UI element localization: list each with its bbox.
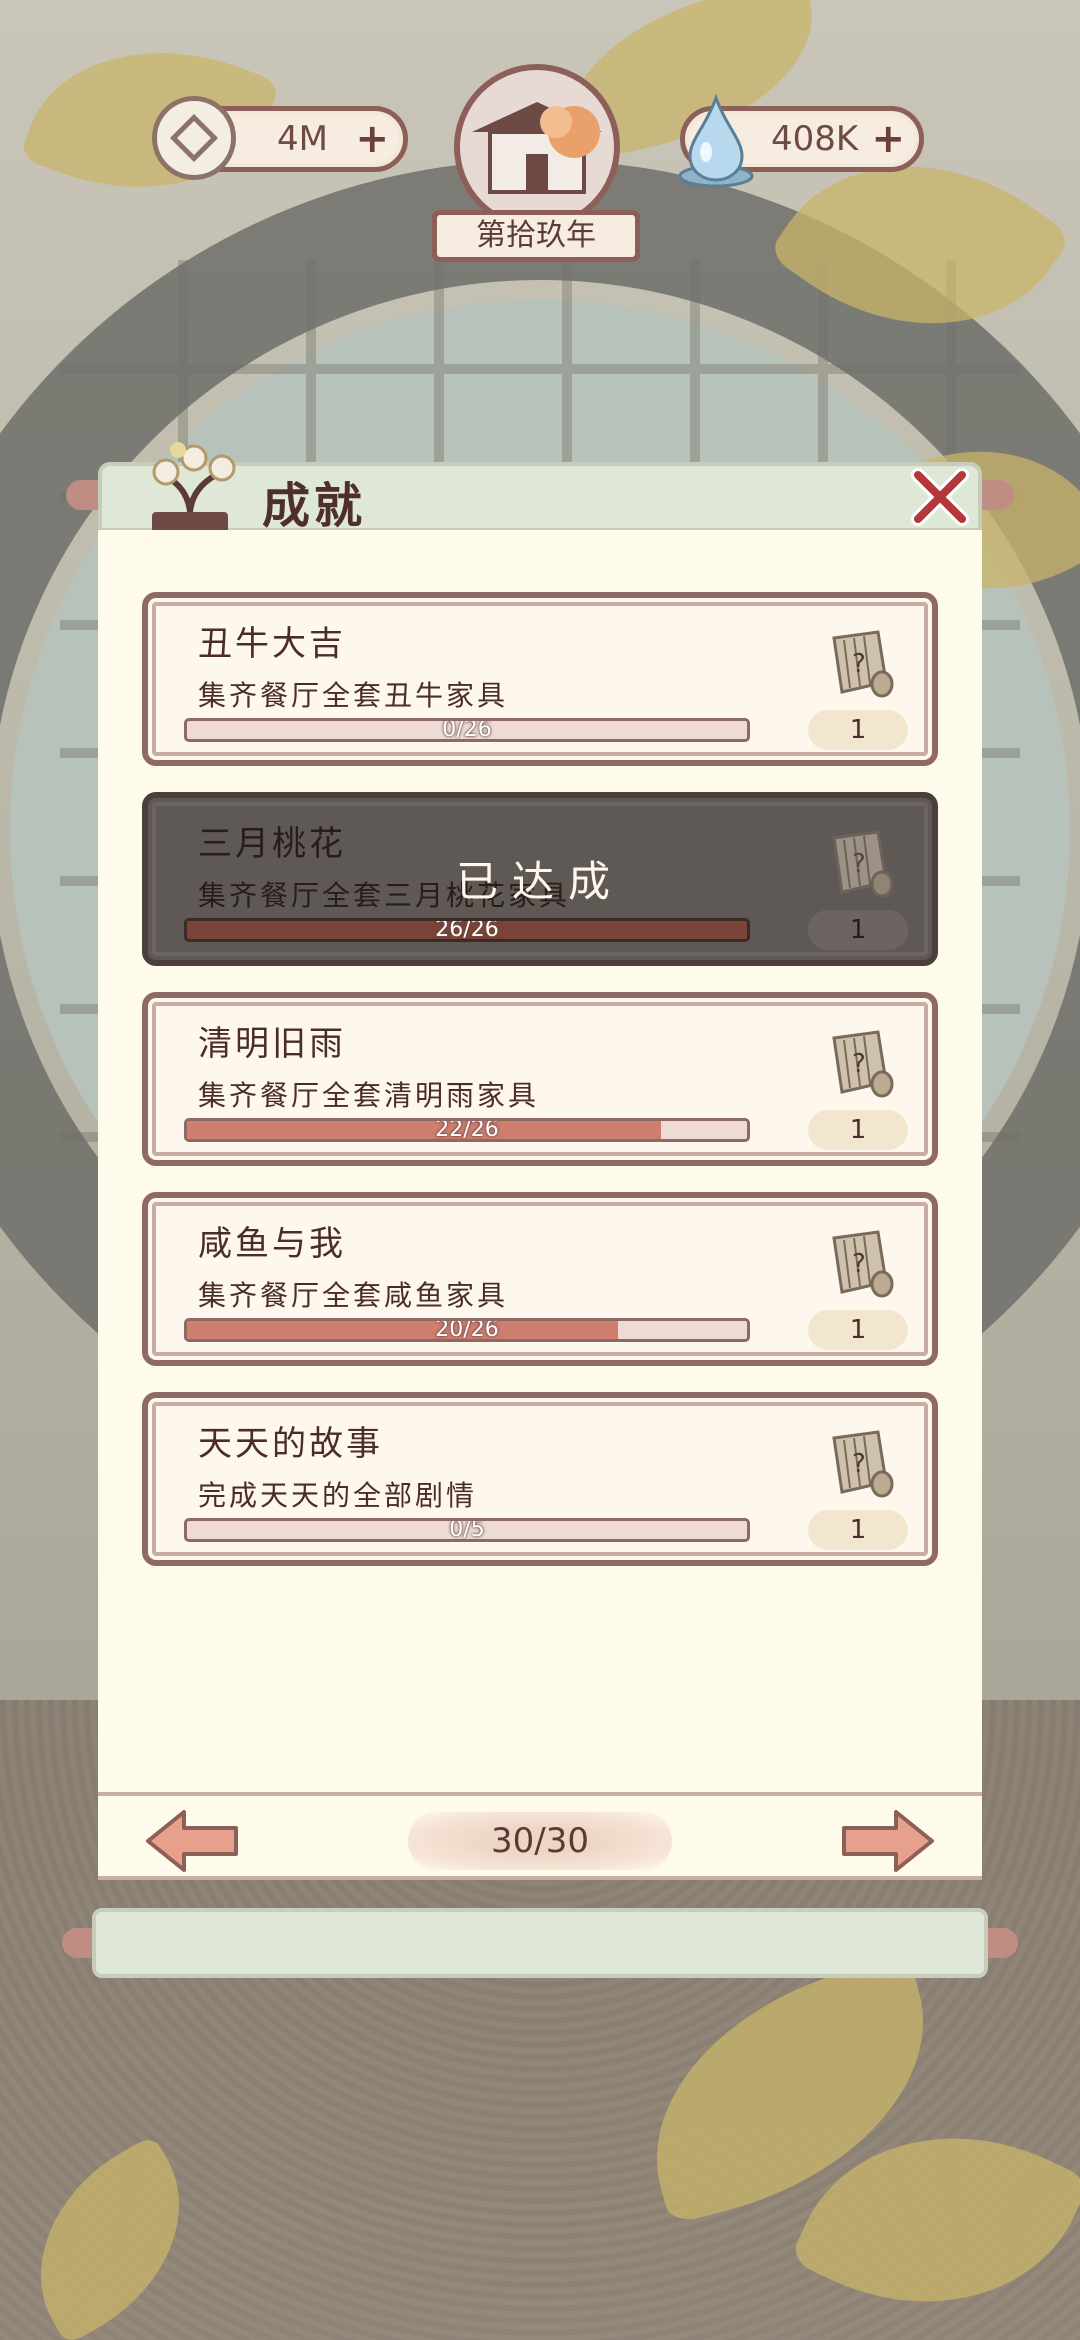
pager-divider (98, 1792, 982, 1796)
coin-icon (152, 96, 236, 180)
progress-bar: 20/26 (184, 1318, 750, 1342)
jade-value: 408K (771, 119, 859, 159)
year-label: 第拾玖年 (432, 210, 640, 262)
progress-text: 22/26 (435, 1118, 499, 1142)
achievement-card[interactable]: 咸鱼与我 集齐餐厅全套咸鱼家具 20/26 1 (142, 1192, 938, 1366)
completed-label: 已达成 (455, 857, 624, 906)
reward-count: 1 (808, 1310, 908, 1350)
reward-count: 1 (808, 710, 908, 750)
progress-bar: 0/26 (184, 718, 750, 742)
coin-value: 4M (277, 119, 328, 159)
pager-divider (98, 1876, 982, 1880)
reward-scroll-icon[interactable] (820, 1026, 900, 1106)
achievement-desc: 集齐餐厅全套丑牛家具 (198, 679, 509, 712)
achievement-card[interactable]: 丑牛大吉 集齐餐厅全套丑牛家具 0/26 1 (142, 592, 938, 766)
prev-page-arrow-icon[interactable] (144, 1808, 240, 1874)
reward-scroll-icon[interactable] (820, 1426, 900, 1506)
reward-scroll-icon[interactable] (820, 626, 900, 706)
achievement-card-completed[interactable]: 三月桃花 集齐餐厅全套三月桃花家具 26/26 1 已达成 (142, 792, 938, 966)
achievement-title: 丑牛大吉 (198, 624, 346, 664)
add-coins-button[interactable]: + (355, 119, 389, 159)
achievement-title: 天天的故事 (198, 1424, 383, 1464)
progress-text: 20/26 (435, 1318, 499, 1342)
progress-bar: 0/5 (184, 1518, 750, 1542)
progress-bar: 22/26 (184, 1118, 750, 1142)
progress-text: 0/26 (442, 718, 492, 742)
page-indicator: 30/30 (408, 1812, 672, 1870)
bonsai-icon (152, 442, 236, 534)
next-page-arrow-icon[interactable] (840, 1808, 936, 1874)
temple-year-emblem[interactable] (452, 62, 622, 232)
dialog-title: 成就 (262, 478, 367, 534)
close-icon[interactable] (908, 465, 972, 529)
reward-scroll-icon[interactable] (820, 1226, 900, 1306)
reward-count: 1 (808, 1110, 908, 1150)
achievement-desc: 集齐餐厅全套咸鱼家具 (198, 1279, 509, 1312)
progress-bar: 26/26 (184, 918, 750, 942)
achievement-title: 清明旧雨 (198, 1024, 346, 1064)
progress-text: 26/26 (435, 918, 499, 942)
achievement-card[interactable]: 天天的故事 完成天天的全部剧情 0/5 1 (142, 1392, 938, 1566)
achievement-desc: 集齐餐厅全套清明雨家具 (198, 1079, 540, 1112)
bottom-scroll-roll (92, 1908, 988, 1978)
reward-count: 1 (808, 1510, 908, 1550)
achievement-card[interactable]: 清明旧雨 集齐餐厅全套清明雨家具 22/26 1 (142, 992, 938, 1166)
reward-count: 1 (808, 910, 908, 950)
achievement-desc: 完成天天的全部剧情 (198, 1479, 478, 1512)
achievement-title: 咸鱼与我 (198, 1224, 346, 1264)
add-jade-button[interactable]: + (871, 119, 905, 159)
progress-text: 0/5 (449, 1518, 485, 1542)
water-drop-icon (678, 93, 754, 188)
